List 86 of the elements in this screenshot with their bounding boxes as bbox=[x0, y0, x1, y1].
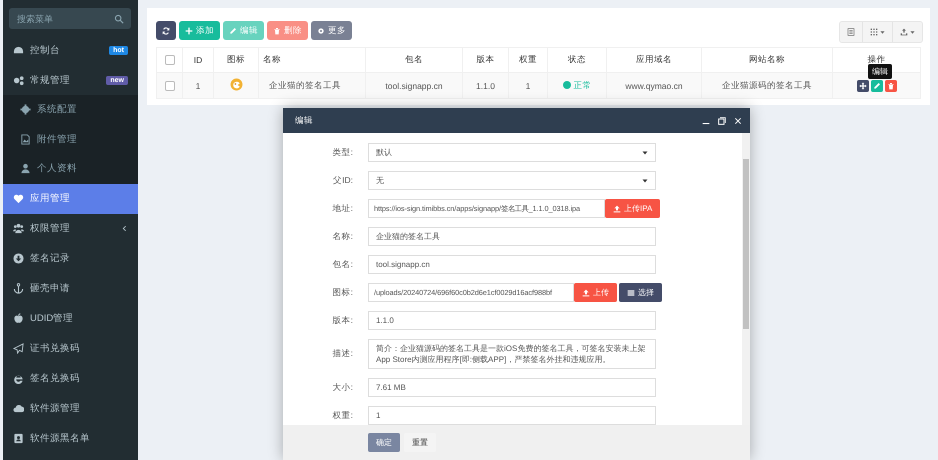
upload-icon bbox=[613, 204, 621, 212]
search-icon bbox=[114, 14, 124, 24]
field-label: 描述: bbox=[332, 348, 354, 360]
field-label: 版本: bbox=[332, 314, 354, 326]
select-field[interactable]: 无 bbox=[368, 171, 656, 190]
users-icon bbox=[13, 223, 24, 234]
apple-icon bbox=[13, 313, 24, 324]
refresh-icon bbox=[162, 26, 170, 34]
status-label: 正常 bbox=[574, 80, 592, 90]
confirm-button[interactable]: 确定 bbox=[368, 433, 400, 452]
table-cell: tool.signapp.cn bbox=[366, 72, 462, 98]
field-label: 图标: bbox=[332, 286, 354, 298]
menu-item[interactable]: 权限管理 bbox=[3, 214, 138, 244]
search-field[interactable]: 搜索菜单 bbox=[9, 8, 131, 29]
pencil-icon bbox=[872, 82, 880, 90]
field-label: 地址: bbox=[332, 202, 354, 214]
pencil-icon bbox=[229, 26, 237, 34]
table-cell: www.qymao.cn bbox=[606, 72, 702, 98]
menu-item[interactable]: 证书兑换码 bbox=[3, 334, 138, 364]
table-cell: 1 bbox=[508, 72, 548, 98]
plus-icon bbox=[185, 26, 193, 34]
gears-icon bbox=[13, 74, 24, 86]
table-cell: 1 bbox=[182, 72, 214, 98]
close-icon[interactable] bbox=[734, 116, 742, 124]
text-area[interactable]: 简介：企业猫源码的签名工具是一款iOS免费的签名工具，可签名安装未上架App Store内测应用程序[即:侧载APP]，严禁签名外挂和违规应用。 bbox=[368, 339, 656, 369]
menu-item[interactable]: 签名兑换码 bbox=[3, 364, 138, 394]
field-label: 父ID: bbox=[332, 174, 354, 186]
field-label: 权重: bbox=[332, 410, 354, 422]
trash-icon bbox=[273, 26, 281, 34]
refresh-button[interactable] bbox=[156, 21, 176, 40]
tooltip: 编辑 bbox=[868, 64, 892, 79]
table-cell: 企业猫的签名工具 bbox=[258, 72, 366, 98]
menu-item[interactable]: 个人资料 bbox=[3, 154, 138, 184]
input-field[interactable]: 1.1.0 bbox=[368, 311, 656, 330]
list-icon bbox=[847, 28, 855, 36]
move-button[interactable] bbox=[856, 80, 868, 92]
menu-item[interactable]: 软件源黑名单 bbox=[3, 424, 138, 454]
menu-item[interactable]: 应用管理 bbox=[3, 184, 138, 214]
download-icon bbox=[13, 253, 24, 264]
scrollbar[interactable] bbox=[742, 133, 750, 425]
heart-icon bbox=[13, 193, 24, 204]
input-field[interactable]: tool.signapp.cn bbox=[368, 255, 656, 274]
cloud-icon bbox=[13, 403, 24, 414]
field-label: 大小: bbox=[332, 382, 354, 394]
delete-button[interactable] bbox=[884, 80, 896, 92]
upload-icon bbox=[582, 288, 590, 296]
table-cell: 1.1.0 bbox=[462, 72, 508, 98]
menu-item[interactable]: 签名记录 bbox=[3, 244, 138, 274]
checkbox[interactable] bbox=[164, 55, 174, 66]
dialog-title: 编辑 bbox=[295, 114, 314, 126]
app-icon bbox=[230, 78, 242, 91]
caret-icon bbox=[880, 30, 885, 34]
choose-button[interactable]: 选择 bbox=[619, 283, 662, 302]
field-label: 名称: bbox=[332, 230, 354, 242]
menu-item[interactable]: 砸壳申请 bbox=[3, 274, 138, 304]
anchor-icon bbox=[13, 283, 24, 294]
grid-icon bbox=[870, 28, 878, 36]
checkbox[interactable] bbox=[164, 80, 174, 91]
table-cell: 企业猫源码的签名工具 bbox=[702, 72, 832, 98]
maximize-icon[interactable] bbox=[718, 116, 726, 124]
field-label: 类型: bbox=[332, 146, 354, 158]
address-book-icon bbox=[13, 433, 24, 444]
trash-icon bbox=[886, 82, 894, 90]
caret-icon bbox=[910, 30, 915, 34]
more-button[interactable]: 更多 bbox=[311, 21, 352, 40]
list-icon bbox=[627, 288, 635, 296]
user-icon bbox=[20, 163, 31, 174]
export-icon bbox=[900, 28, 908, 36]
caret-icon bbox=[642, 178, 648, 184]
image-file-icon bbox=[20, 134, 31, 145]
menu-item[interactable]: 软件源管理 bbox=[3, 394, 138, 424]
column-header: 网站名称 bbox=[702, 48, 832, 72]
input-field[interactable]: 7.61 MB bbox=[368, 378, 656, 397]
menu-item[interactable]: 系统配置 bbox=[3, 95, 138, 124]
move-icon bbox=[858, 82, 866, 90]
menu-item[interactable]: 附件管理 bbox=[3, 124, 138, 154]
e-letter-icon bbox=[13, 373, 24, 384]
select-field[interactable]: 默认 bbox=[368, 143, 656, 162]
input-field[interactable]: 1 bbox=[368, 406, 656, 425]
menu-item[interactable]: UDID管理 bbox=[3, 304, 138, 334]
reset-button[interactable]: 重置 bbox=[404, 433, 436, 452]
input-field[interactable]: 企业猫的签名工具 bbox=[368, 227, 656, 246]
caret-icon bbox=[642, 150, 648, 156]
field-label: 包名: bbox=[332, 258, 354, 270]
paper-plane-icon bbox=[13, 343, 24, 354]
column-header: 名称 bbox=[258, 48, 366, 72]
